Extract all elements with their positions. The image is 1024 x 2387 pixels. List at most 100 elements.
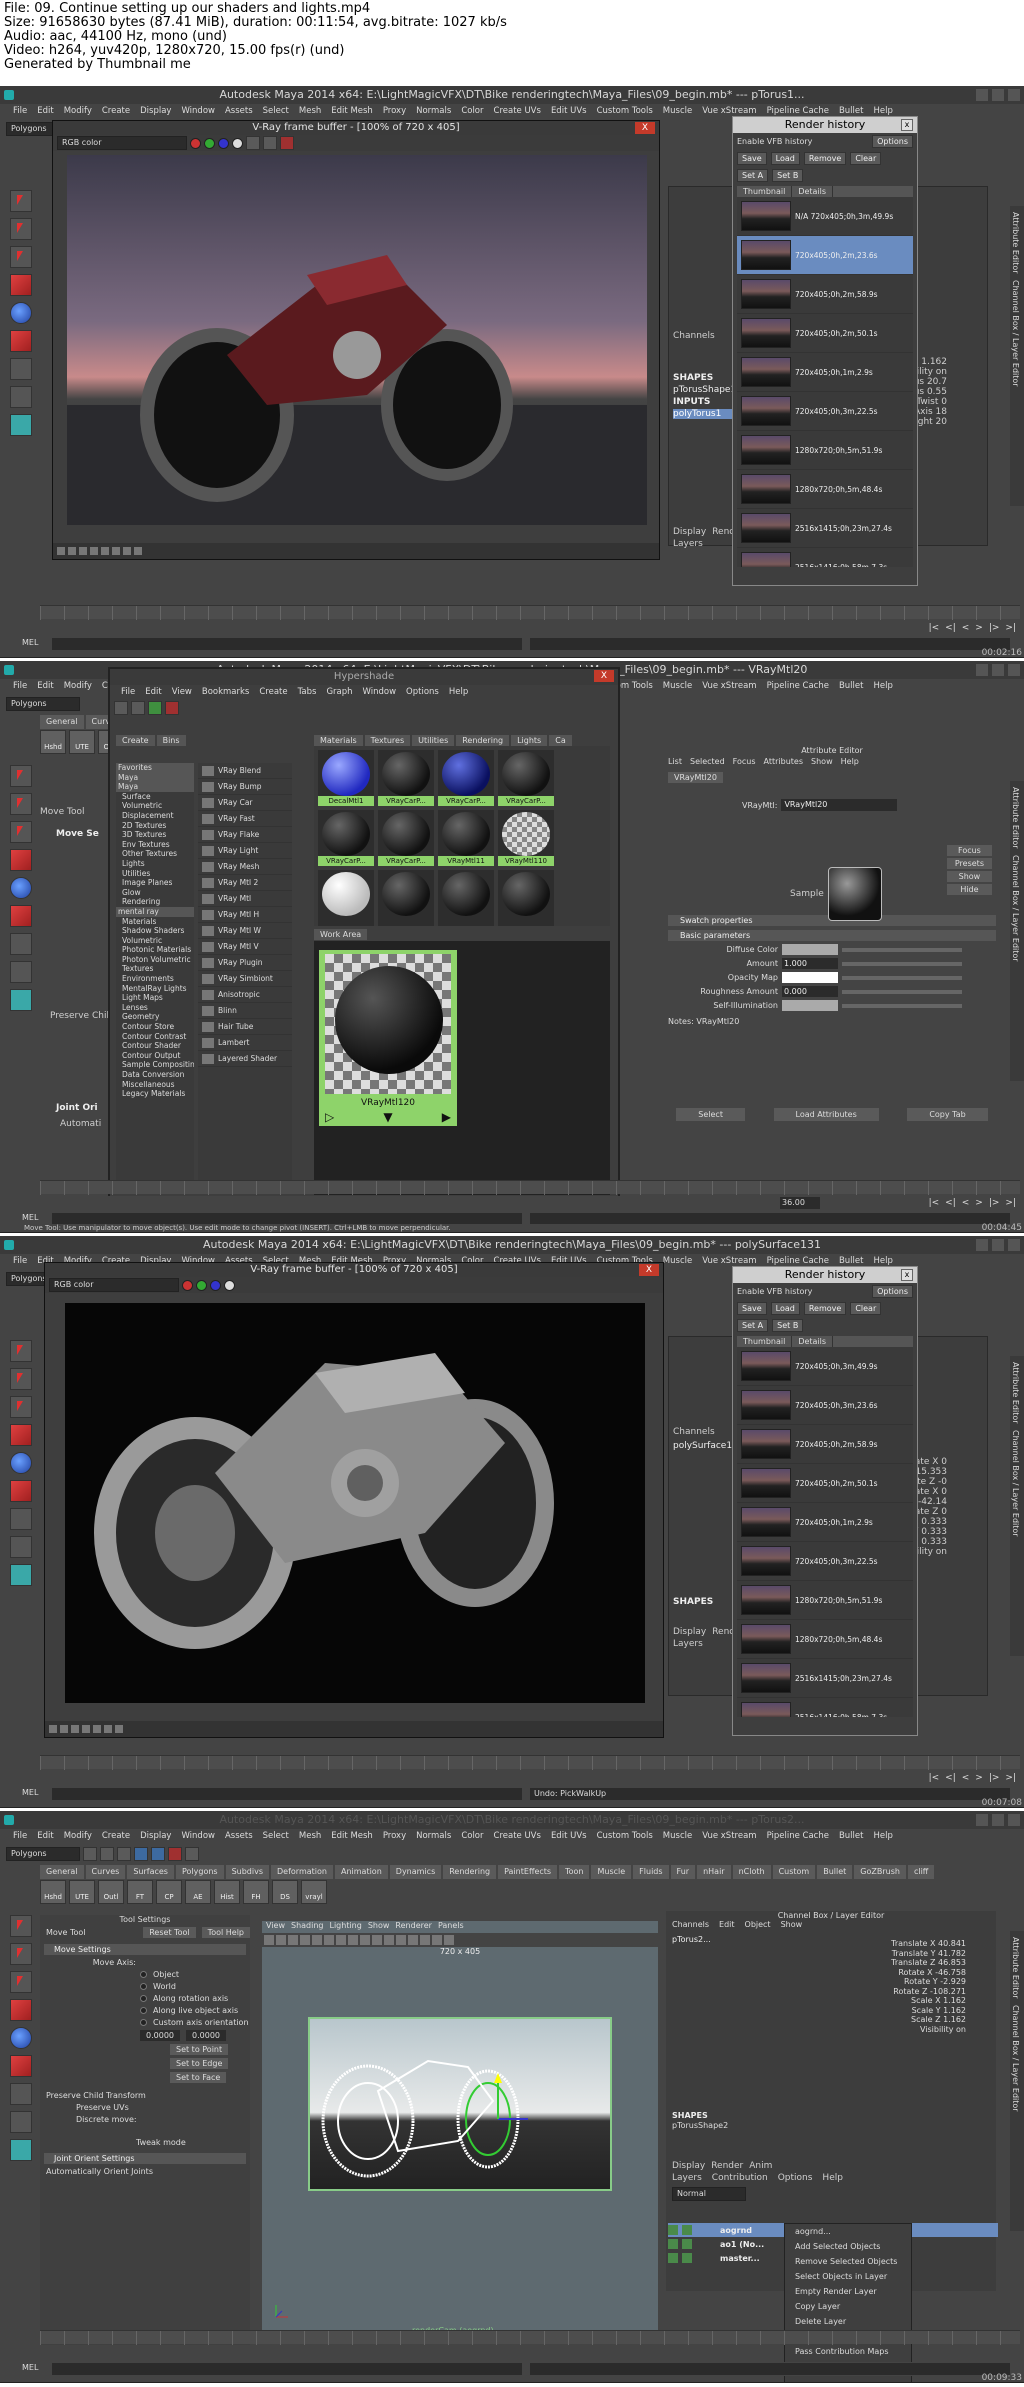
- context-menu-item[interactable]: Empty Render Layer: [785, 2284, 911, 2299]
- rotate-tool-icon[interactable]: [10, 302, 32, 324]
- enable-history-checkbox[interactable]: Enable VFB history: [737, 1287, 812, 1296]
- channel-dropdown[interactable]: RGB color: [49, 1278, 179, 1292]
- tree-item[interactable]: Data Conversion: [116, 1070, 194, 1080]
- rotate-tool-icon[interactable]: [10, 2027, 32, 2049]
- select-hierarchy-icon[interactable]: [134, 1847, 148, 1861]
- scale-tool-icon[interactable]: [10, 330, 32, 352]
- list-item[interactable]: Scale Z 1.162: [891, 2015, 966, 2025]
- list-item[interactable]: Translate X 40.841: [891, 1939, 966, 1949]
- blue-channel-icon[interactable]: [218, 137, 229, 149]
- mtab[interactable]: Rendering: [456, 735, 510, 746]
- shelftab[interactable]: Rendering: [443, 1865, 497, 1879]
- tree-item[interactable]: Light Maps: [116, 993, 194, 1003]
- material-swatch[interactable]: [438, 870, 494, 926]
- aemenuitem[interactable]: Focus: [733, 757, 756, 766]
- menu-item[interactable]: Custom Tools: [592, 104, 658, 118]
- paint-select-icon[interactable]: [10, 246, 32, 268]
- mel-input[interactable]: [52, 2363, 522, 2375]
- context-menu-item[interactable]: Copy Layer: [785, 2299, 911, 2314]
- attribute-value[interactable]: 0.000: [782, 986, 838, 997]
- mel-input[interactable]: [52, 638, 522, 650]
- shelftab[interactable]: Animation: [334, 1865, 388, 1879]
- window-controls[interactable]: [976, 1239, 1020, 1251]
- context-menu-item[interactable]: Remove Selected Objects: [785, 2254, 911, 2269]
- menu-item[interactable]: File: [8, 104, 32, 118]
- discrete-move-label[interactable]: Discrete move:: [46, 2115, 137, 2124]
- tree-item[interactable]: Sample Compositing: [116, 1060, 194, 1070]
- tabitem[interactable]: Options: [778, 2173, 813, 2183]
- shelficon[interactable]: Hshd: [40, 1880, 66, 1904]
- color-swatch[interactable]: [782, 944, 838, 955]
- window-controls[interactable]: [976, 664, 1020, 676]
- history-button[interactable]: Load: [770, 1302, 800, 1315]
- radio-button[interactable]: [140, 1971, 147, 1978]
- aebtn[interactable]: Select: [676, 1108, 745, 1121]
- menu-item[interactable]: File: [8, 1829, 32, 1843]
- shelftab[interactable]: Fur: [670, 1865, 696, 1879]
- mtab[interactable]: Textures: [364, 735, 411, 746]
- menu-item[interactable]: Select: [258, 104, 294, 118]
- aebtn[interactable]: Load Attributes: [773, 1108, 879, 1121]
- hmenuitem[interactable]: Tabs: [293, 685, 322, 699]
- axis-option[interactable]: Along rotation axis: [40, 1994, 250, 2003]
- history-button[interactable]: Clear: [850, 152, 882, 165]
- menu-item[interactable]: Color: [456, 104, 488, 118]
- node-type-item[interactable]: Anisotropic: [198, 987, 292, 1003]
- layers-menu[interactable]: Layers: [673, 539, 703, 549]
- menu-item[interactable]: Normals: [411, 104, 456, 118]
- scale-tool-icon[interactable]: [10, 2055, 32, 2077]
- menu-item[interactable]: Proxy: [378, 104, 411, 118]
- attribute-slider[interactable]: [842, 989, 962, 994]
- shelficon[interactable]: Hshd: [40, 730, 66, 754]
- node-type-item[interactable]: VRay Blend: [198, 763, 292, 779]
- menu-item[interactable]: Create: [97, 1829, 135, 1843]
- time-slider[interactable]: [40, 2330, 1020, 2345]
- material-swatch[interactable]: [498, 870, 554, 926]
- scale-tool-icon[interactable]: [10, 905, 32, 927]
- ctab[interactable]: Create: [116, 735, 155, 746]
- menu-item[interactable]: Normals: [411, 1829, 456, 1843]
- set-button[interactable]: Set to Edge: [170, 2058, 229, 2069]
- history-item[interactable]: 1280x720;0h,5m,51.9s: [737, 1581, 913, 1620]
- menu-item[interactable]: Assets: [220, 104, 258, 118]
- vpmenuitem[interactable]: Panels: [438, 1921, 464, 1933]
- history-button[interactable]: Remove: [803, 1302, 847, 1315]
- shape-name[interactable]: pTorusShape2: [672, 2121, 728, 2131]
- radio-button[interactable]: [140, 1995, 147, 2002]
- material-swatch[interactable]: VRayMtl11: [438, 810, 494, 866]
- move-settings-section[interactable]: Move Settings: [44, 1944, 246, 1955]
- tabitem[interactable]: Display: [672, 2161, 705, 2171]
- layer-visibility-icon[interactable]: [668, 2253, 678, 2263]
- save-scene-icon[interactable]: [117, 1847, 131, 1861]
- layout-single-icon[interactable]: [10, 1508, 32, 1530]
- history-item[interactable]: 720x405;0h,2m,58.9s: [737, 1425, 913, 1464]
- close-icon[interactable]: X: [635, 122, 655, 134]
- cbmenuitem[interactable]: Show: [781, 1920, 803, 1929]
- menu-item[interactable]: Muscle: [658, 679, 697, 693]
- node-ports[interactable]: ▷ ▼ ▶: [319, 1110, 457, 1124]
- enable-history-checkbox[interactable]: Enable VFB history: [737, 137, 812, 146]
- context-menu-item[interactable]: Delete Layer: [785, 2314, 911, 2329]
- history-item[interactable]: 720x405;0h,2m,50.1s: [737, 1464, 913, 1503]
- attribute-editor-tab[interactable]: Attribute Editor: [1011, 1362, 1020, 1424]
- alpha-channel-icon[interactable]: [232, 137, 243, 149]
- tree-item[interactable]: Legacy Materials: [116, 1089, 194, 1099]
- blue-channel-icon[interactable]: [210, 1279, 221, 1291]
- hmenuitem[interactable]: Window: [358, 685, 402, 699]
- list-item[interactable]: Rotate Y -2.929: [891, 1977, 966, 1987]
- compare-button[interactable]: Set A: [737, 169, 769, 182]
- shelficon[interactable]: DS: [272, 1880, 298, 1904]
- shelficon[interactable]: AE: [185, 1880, 211, 1904]
- close-icon[interactable]: X: [594, 670, 614, 682]
- tree-item[interactable]: Env Textures: [116, 840, 194, 850]
- shelficon[interactable]: FT: [127, 1880, 153, 1904]
- history-item[interactable]: 720x405;0h,3m,22.5s: [737, 392, 913, 431]
- node-type-item[interactable]: VRay Mesh: [198, 859, 292, 875]
- menu-item[interactable]: Modify: [59, 679, 97, 693]
- material-swatch[interactable]: [378, 870, 434, 926]
- menu-item[interactable]: Window: [176, 104, 220, 118]
- menu-item[interactable]: Create: [97, 104, 135, 118]
- history-button[interactable]: Save: [737, 152, 767, 165]
- material-swatch[interactable]: [318, 870, 374, 926]
- mode-dropdown[interactable]: Polygons: [6, 697, 80, 711]
